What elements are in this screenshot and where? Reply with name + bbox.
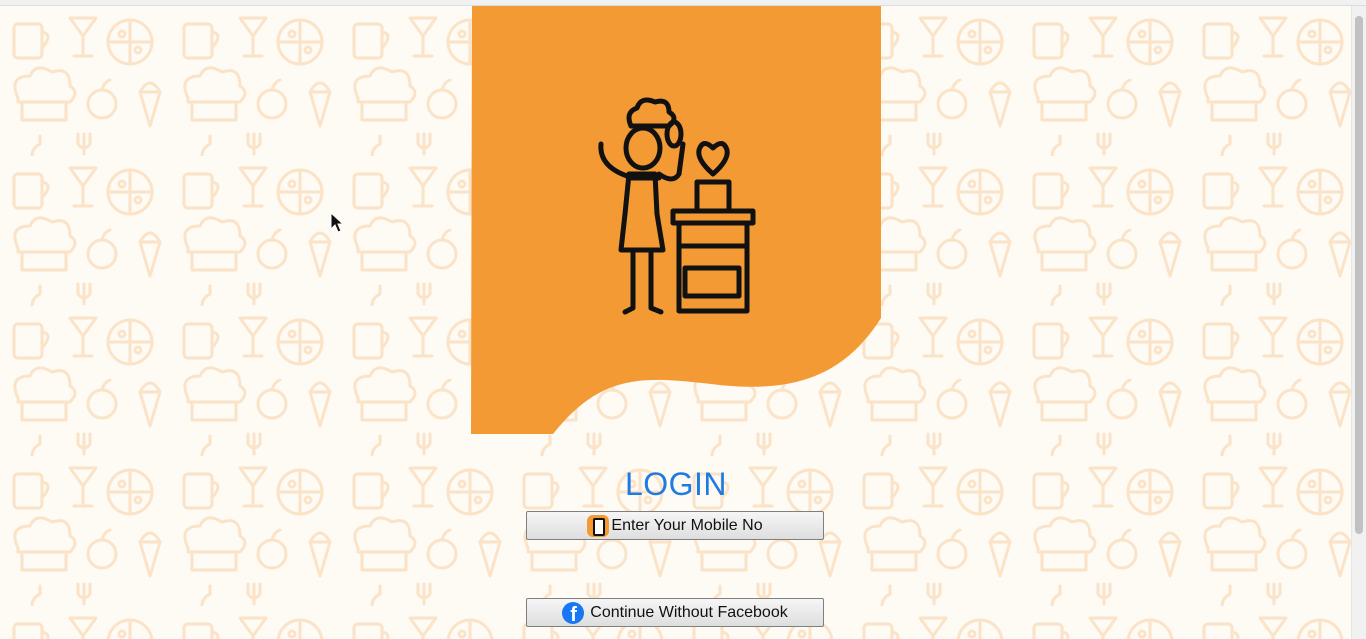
mouse-pointer-icon xyxy=(330,211,345,239)
continue-facebook-button[interactable]: f Continue Without Facebook xyxy=(526,598,824,627)
facebook-icon: f xyxy=(562,601,585,624)
chef-cooking-icon xyxy=(598,97,756,315)
vertical-scrollbar[interactable] xyxy=(1351,6,1366,639)
login-page: LOGIN Enter Your Mobile No f Continue Wi… xyxy=(0,0,1366,639)
enter-mobile-button[interactable]: Enter Your Mobile No xyxy=(526,511,824,540)
mobile-phone-icon xyxy=(587,514,610,537)
scrollbar-thumb[interactable] xyxy=(1355,16,1363,534)
login-title: LOGIN xyxy=(624,466,728,502)
continue-facebook-label: Continue Without Facebook xyxy=(590,603,788,621)
enter-mobile-label: Enter Your Mobile No xyxy=(611,516,763,534)
hero-banner xyxy=(471,6,881,436)
